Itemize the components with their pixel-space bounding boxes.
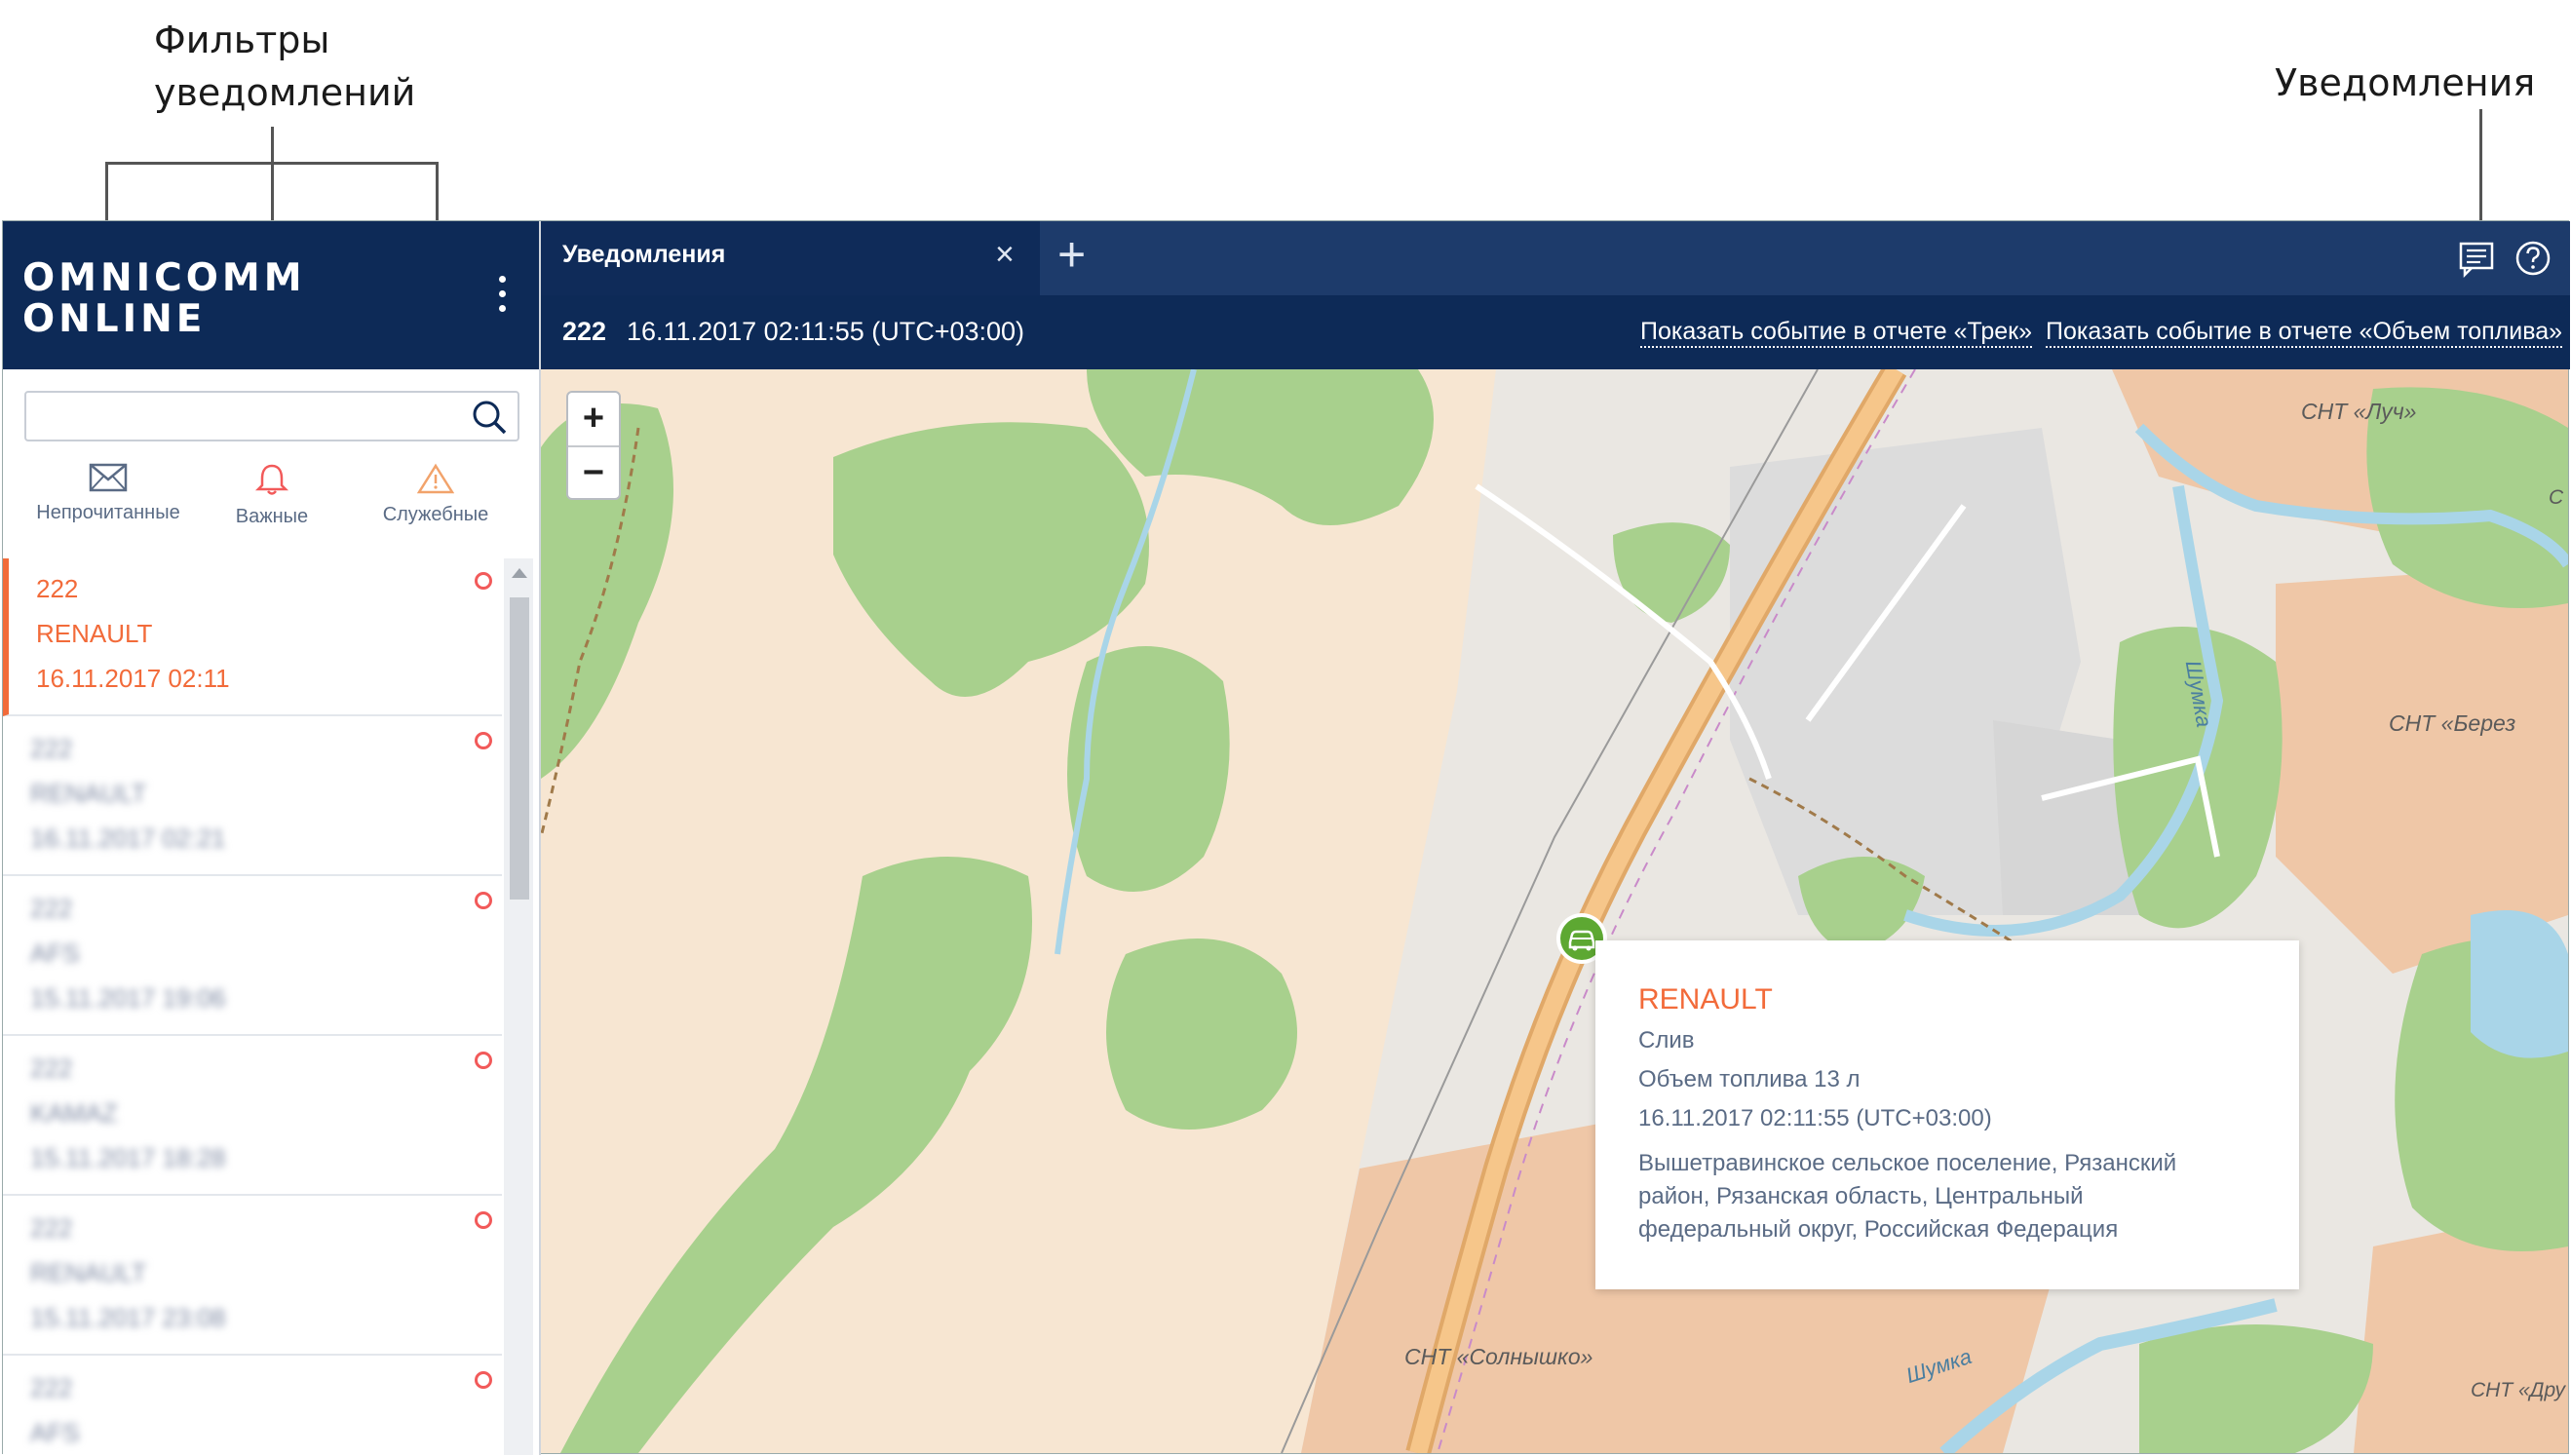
map-lake — [2471, 910, 2568, 1058]
notification-time: 15.11.2017 18:28 — [30, 1143, 226, 1172]
callout-notifications: Уведомления — [2275, 61, 2536, 104]
help-icon[interactable] — [2513, 239, 2552, 278]
warning-icon — [417, 463, 454, 494]
notification-vehicle: AFS — [30, 939, 80, 968]
search-box — [24, 391, 519, 441]
unread-dot-icon — [475, 732, 492, 749]
filter-important[interactable]: Важные — [194, 463, 350, 528]
filter-unread[interactable]: Непрочитанные — [30, 463, 186, 524]
notification-vehicle: AFS — [30, 1418, 80, 1447]
unread-dot-icon — [475, 892, 492, 909]
map-label-edge: С — [2549, 486, 2564, 509]
map-forest-11 — [1798, 857, 1925, 954]
notification-item[interactable]: 222 RENAULT 16.11.2017 02:21 — [3, 718, 502, 876]
notification-object: 222 — [36, 574, 79, 603]
map-label-snt-dru: СНТ «Дру — [2471, 1379, 2565, 1401]
map-label-snt-berez: СНТ «Берез — [2389, 710, 2516, 736]
notification-item[interactable]: 222 KAMAZ 15.11.2017 18:28 — [3, 1038, 502, 1196]
search-icon[interactable] — [471, 399, 508, 436]
add-tab-icon[interactable]: + — [1057, 227, 1086, 282]
logo-line2: ONLINE — [22, 297, 207, 341]
notification-item[interactable]: 222 AFS 15.11.2017 19:06 — [3, 878, 502, 1036]
zoom-out-button[interactable]: − — [568, 445, 619, 500]
popup-address-line2: район, Рязанская область, Центральный — [1638, 1183, 2084, 1209]
popup-fuel: Объем топлива 13 л — [1638, 1066, 1861, 1092]
popup-title: RENAULT — [1638, 983, 1773, 1015]
popup-time: 16.11.2017 02:11:55 (UTC+03:00) — [1638, 1105, 1992, 1131]
kebab-menu-icon[interactable] — [498, 276, 508, 319]
bell-icon — [254, 464, 289, 495]
map-forest-6 — [1106, 939, 1297, 1130]
logo: OMNICOMM ONLINE — [22, 258, 306, 340]
logo-line1: OMNICOMM — [22, 256, 306, 300]
zoom-in-button[interactable]: + — [568, 393, 619, 445]
map-forest-12 — [2139, 1324, 2373, 1453]
notification-item[interactable]: 222 RENAULT 15.11.2017 23:08 — [3, 1198, 502, 1356]
event-object: 222 — [562, 317, 607, 346]
filter-unread-label: Непрочитанные — [36, 502, 180, 523]
notification-time: 16.11.2017 02:11 — [36, 664, 230, 693]
notification-vehicle: KAMAZ — [30, 1098, 118, 1128]
logo-area: OMNICOMM ONLINE — [3, 221, 539, 369]
notifications-icon[interactable] — [2457, 239, 2496, 278]
popup-event-type: Слив — [1638, 1027, 1695, 1054]
notification-object: 222 — [30, 894, 73, 923]
notification-object: 222 — [30, 734, 73, 763]
notification-object: 222 — [30, 1373, 73, 1402]
link-track-report[interactable]: Показать событие в отчете «Трек» — [1640, 317, 2033, 348]
notification-item-active[interactable]: 222 RENAULT 16.11.2017 02:11 — [3, 558, 502, 716]
notification-time: 16.11.2017 02:21 — [30, 824, 226, 853]
notification-time: 15.11.2017 19:06 — [30, 983, 226, 1013]
notification-list: 222 RENAULT 16.11.2017 02:11 222 RENAULT… — [3, 558, 502, 1455]
callout-filters: Фильтры уведомлений — [154, 14, 415, 119]
unread-dot-icon — [475, 572, 492, 590]
notification-object: 222 — [30, 1213, 73, 1243]
scrollbar-thumb[interactable] — [510, 597, 529, 900]
app-window: OMNICOMM ONLINE Непрочитанные Важные Слу… — [2, 220, 2570, 1455]
notification-vehicle: RENAULT — [30, 1258, 147, 1287]
search-input[interactable] — [36, 395, 469, 440]
event-popup: RENAULT Слив Объем топлива 13 л 16.11.20… — [1595, 940, 2299, 1289]
popup-address-line3: федеральный округ, Российская Федерация — [1638, 1216, 2119, 1243]
filter-service[interactable]: Служебные — [358, 463, 514, 526]
unread-dot-icon — [475, 1371, 492, 1389]
notification-time: 15.11.2017 23:08 — [30, 1303, 226, 1332]
list-scrollbar[interactable] — [504, 558, 533, 1455]
unread-dot-icon — [475, 1211, 492, 1229]
unread-dot-icon — [475, 1052, 492, 1069]
scroll-up-icon[interactable] — [512, 568, 527, 578]
notification-vehicle: RENAULT — [30, 779, 147, 808]
tab-label: Уведомления — [562, 241, 726, 268]
map-forest-7 — [1613, 522, 1730, 623]
map-label-snt-luch: СНТ «Луч» — [2301, 399, 2417, 424]
tab-notifications[interactable]: Уведомления × — [541, 221, 1040, 295]
popup-address-line1: Вышетравинское сельское поселение, Рязан… — [1638, 1150, 2177, 1176]
callout-filters-line1: Фильтры — [154, 19, 330, 61]
event-bar: 222 16.11.2017 02:11:55 (UTC+03:00) Пока… — [541, 295, 2570, 369]
link-fuel-report[interactable]: Показать событие в отчете «Объем топлива… — [2046, 317, 2563, 348]
filter-important-label: Важные — [235, 506, 309, 527]
envelope-icon — [89, 463, 128, 492]
close-icon[interactable]: × — [995, 235, 1015, 274]
notification-item[interactable]: 222 AFS — [3, 1358, 502, 1455]
tab-bar: Уведомления × + — [541, 221, 2570, 295]
callout-filters-line2: уведомлений — [154, 71, 416, 114]
map-label-snt-sun: СНТ «Солнышко» — [1404, 1344, 1593, 1369]
event-time: 16.11.2017 02:11:55 (UTC+03:00) — [627, 317, 1025, 346]
left-pane: OMNICOMM ONLINE Непрочитанные Важные Слу… — [3, 221, 541, 1455]
callout-line-vertical — [271, 127, 274, 162]
notification-vehicle: RENAULT — [36, 619, 153, 648]
map[interactable]: СНТ «Луч» СНТ «Берез СНТ «Солнышко» СНТ … — [541, 369, 2568, 1453]
filter-service-label: Служебные — [382, 504, 489, 525]
map-road-1 — [1475, 483, 1772, 780]
zoom-control: + − — [566, 391, 621, 500]
notification-object: 222 — [30, 1054, 73, 1083]
